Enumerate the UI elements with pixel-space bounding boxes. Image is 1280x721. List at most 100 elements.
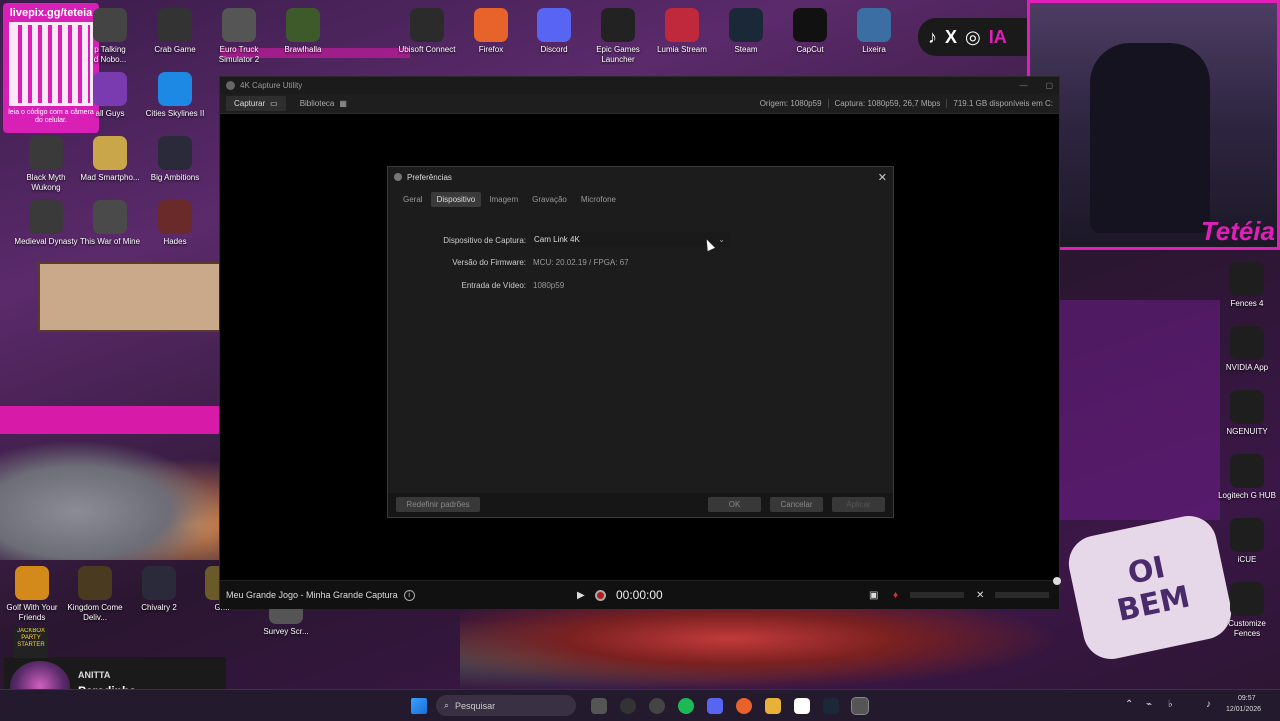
firefox-shortcut[interactable]: Firefox	[459, 8, 523, 55]
tool-shortcut-3[interactable]: Logitech G HUB	[1215, 454, 1279, 501]
game-shortcut-3-label: Brawlhalla	[284, 45, 322, 54]
game-shortcut-8[interactable]: Big Ambitions	[143, 136, 207, 183]
audio-monitor-icon[interactable]: ♦	[893, 590, 898, 601]
timeline-handle[interactable]	[1053, 577, 1061, 585]
game-shortcut-14[interactable]: Chivalry 2	[127, 566, 191, 613]
reset-defaults-button[interactable]: Redefinir padrões	[396, 497, 480, 512]
capture-status: Captura: 1080p59, 26,7 Mbps	[827, 99, 947, 108]
game-shortcut-0[interactable]: p Talking d Nobo...	[78, 8, 142, 65]
recycle-bin-shortcut-icon	[857, 8, 891, 42]
capcut-shortcut-icon	[793, 8, 827, 42]
game-shortcut-4-label: all Guys	[95, 109, 125, 118]
tab-biblioteca[interactable]: Biblioteca ▦	[292, 96, 355, 111]
game-shortcut-1[interactable]: Crab Game	[143, 8, 207, 55]
taskbar-search[interactable]: ⌕ Pesquisar	[436, 695, 576, 716]
ok-button[interactable]: OK	[708, 497, 761, 512]
tray-network-icon[interactable]: ⌁	[1146, 699, 1152, 710]
minimize-button[interactable]: —	[1019, 81, 1027, 90]
cancel-button[interactable]: Cancelar	[770, 497, 823, 512]
game-shortcut-11-icon	[158, 200, 192, 234]
tab-dispositivo[interactable]: Dispositivo	[430, 192, 482, 207]
maximize-button[interactable]: ▢	[1045, 81, 1053, 90]
spotify-icon[interactable]	[678, 698, 694, 714]
game-shortcut-10-label: This War of Mine	[79, 237, 141, 246]
game-shortcut-12[interactable]: Golf With Your Friends	[0, 566, 64, 623]
origin-status: Origem: 1080p59	[759, 99, 822, 108]
game-shortcut-9[interactable]: Medieval Dynasty	[14, 200, 78, 247]
game-shortcut-9-icon	[29, 200, 63, 234]
game-shortcut-7[interactable]: Mad Smartpho...	[78, 136, 142, 183]
windows-start-icon[interactable]	[411, 698, 427, 714]
dialog-titlebar: Preferências ✕	[388, 167, 893, 187]
game-shortcut-4[interactable]: all Guys	[78, 72, 142, 119]
device-select[interactable]: Cam Link 4K ⌄	[531, 232, 731, 247]
tray-mic-icon[interactable]: ♭	[1168, 699, 1173, 710]
tool-shortcut-4-label: iCUE	[1237, 555, 1257, 564]
firefox-shortcut-icon	[474, 8, 508, 42]
tool-shortcut-2[interactable]: NGENUITY	[1215, 390, 1279, 437]
ubisoft-connect-shortcut[interactable]: Ubisoft Connect	[395, 8, 459, 55]
game-shortcut-16-label: Survey Scr...	[263, 627, 309, 636]
game-shortcut-5[interactable]: Cities Skylines II	[143, 72, 207, 119]
tool-shortcut-0[interactable]: Fences 4	[1215, 262, 1279, 309]
record-button[interactable]	[595, 589, 606, 601]
device-value: Cam Link 4K	[534, 235, 580, 244]
tool-shortcut-1[interactable]: NVIDIA App	[1215, 326, 1279, 373]
file-explorer-icon[interactable]	[765, 698, 781, 714]
obs-icon[interactable]	[620, 698, 636, 714]
steam-icon[interactable]	[823, 698, 839, 714]
mic-muted-icon[interactable]: ✕	[976, 590, 984, 601]
store-icon[interactable]	[794, 698, 810, 714]
apply-button[interactable]: Aplicar	[832, 497, 885, 512]
tray-time[interactable]: 09:57	[1238, 695, 1256, 702]
firefox-icon[interactable]	[736, 698, 752, 714]
lumia-stream-shortcut[interactable]: Lumia Stream	[650, 8, 714, 55]
capcut-shortcut[interactable]: CapCut	[778, 8, 842, 55]
tab-imagem[interactable]: Imagem	[483, 192, 524, 207]
tray-date[interactable]: 12/01/2026	[1226, 706, 1261, 713]
game-shortcut-3[interactable]: Brawlhalla	[271, 8, 335, 55]
disk-status: 719.1 GB disponíveis em C:	[946, 99, 1059, 108]
capture-utility-taskbar-icon[interactable]	[851, 697, 869, 715]
tray-volume-icon[interactable]: ♪	[1206, 699, 1211, 710]
game-shortcut-6[interactable]: Black Myth Wukong	[14, 136, 78, 193]
tab-capturar[interactable]: Capturar ▭	[226, 96, 286, 111]
tab-gravacao[interactable]: Gravação	[526, 192, 573, 207]
tab-microfone[interactable]: Microfone	[575, 192, 622, 207]
tool-shortcut-4[interactable]: iCUE	[1215, 518, 1279, 565]
media-icon[interactable]	[649, 698, 665, 714]
tool-shortcut-5-icon	[1230, 582, 1264, 616]
info-icon[interactable]: i	[403, 589, 415, 601]
taskview-icon[interactable]	[591, 698, 607, 714]
capture-name[interactable]: Meu Grande Jogo - Minha Grande Captura	[226, 590, 398, 600]
game-shortcut-2[interactable]: Euro Truck Simulator 2	[207, 8, 271, 65]
game-shortcut-12-label: Golf With Your Friends	[6, 603, 58, 622]
epic-games-shortcut[interactable]: Epic Games Launcher	[586, 8, 650, 65]
game-shortcut-0-icon	[93, 8, 127, 42]
game-shortcut-8-icon	[158, 136, 192, 170]
close-icon[interactable]: ✕	[878, 171, 887, 184]
jackbox-tile[interactable]: JACKBOX PARTY STARTER	[14, 628, 48, 658]
game-shortcut-13[interactable]: Kingdom Come Deliv...	[63, 566, 127, 623]
steam-shortcut[interactable]: Steam	[714, 8, 778, 55]
tool-shortcut-0-label: Fences 4	[1230, 299, 1264, 308]
device-label: Dispositivo de Captura:	[443, 236, 526, 245]
capcut-shortcut-label: CapCut	[796, 45, 824, 54]
discord-icon[interactable]	[707, 698, 723, 714]
game-shortcut-2-icon	[222, 8, 256, 42]
game-shortcut-3-icon	[286, 8, 320, 42]
game-shortcut-12-icon	[15, 566, 49, 600]
recycle-bin-shortcut[interactable]: Lixeira	[842, 8, 906, 55]
game-shortcut-11[interactable]: Hades	[143, 200, 207, 247]
app-title: 4K Capture Utility	[240, 81, 303, 90]
game-shortcut-2-label: Euro Truck Simulator 2	[218, 45, 260, 64]
game-shortcut-10[interactable]: This War of Mine	[78, 200, 142, 247]
screenshot-icon[interactable]: ▣	[869, 590, 878, 601]
tool-shortcut-5[interactable]: Customize Fences	[1215, 582, 1279, 639]
game-shortcut-5-icon	[158, 72, 192, 106]
discord-shortcut-label: Discord	[540, 45, 568, 54]
tab-geral[interactable]: Geral	[397, 192, 429, 207]
play-button[interactable]: ▶	[577, 590, 585, 601]
tray-chevron-icon[interactable]: ⌃	[1125, 699, 1133, 710]
discord-shortcut[interactable]: Discord	[522, 8, 586, 55]
